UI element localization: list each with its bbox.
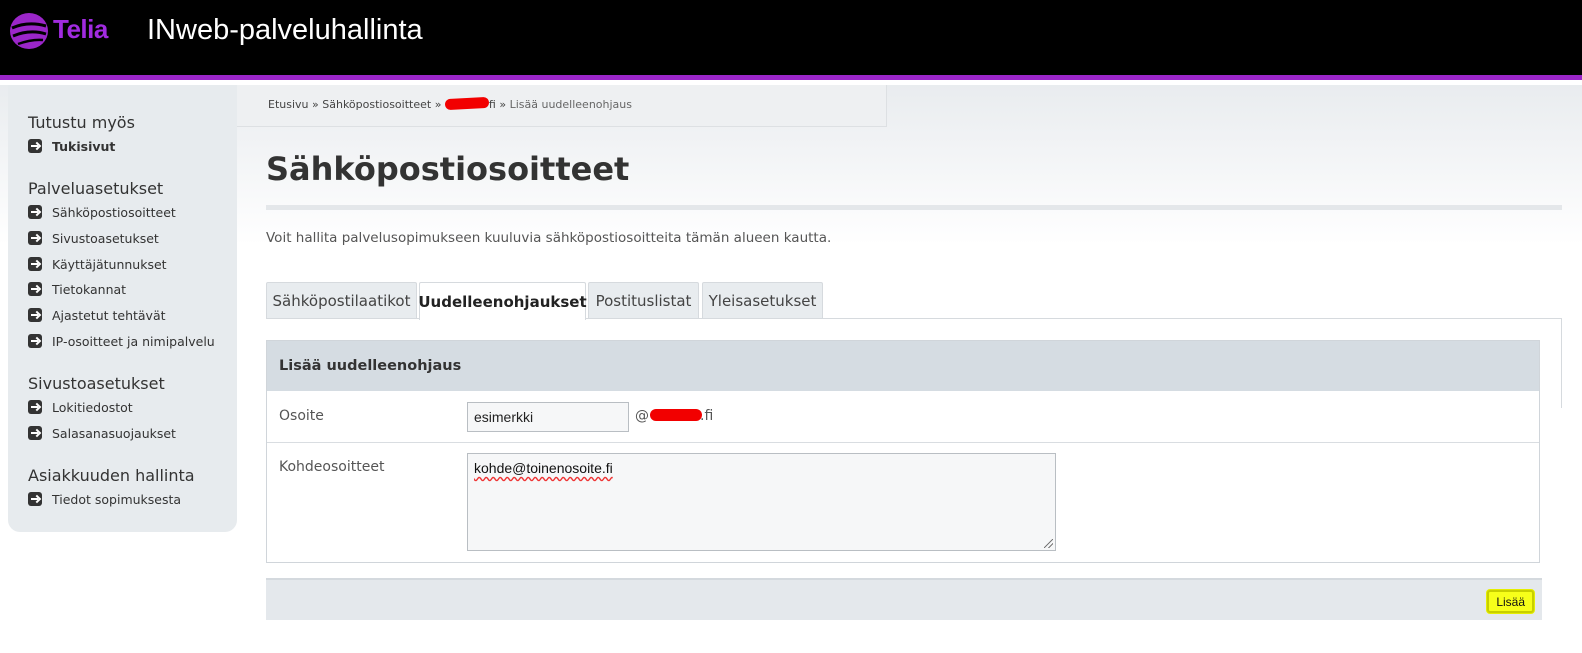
sidebar-item-salasanasuojaukset[interactable]: Salasanasuojaukset xyxy=(28,423,176,443)
sidebar-item-lokitiedostot[interactable]: Lokitiedostot xyxy=(28,397,133,417)
breadcrumb-domain-suffix: fi xyxy=(488,98,496,111)
tab-yleisasetukset[interactable]: Yleisasetukset xyxy=(702,282,823,319)
arrow-right-icon xyxy=(28,400,42,414)
targets-textarea[interactable]: kohde@toinenosoite.fi xyxy=(467,453,1056,551)
sidebar-item-label: IP-osoitteet ja nimipalvelu xyxy=(52,333,215,349)
sidebar-item-ip-osoitteet[interactable]: IP-osoitteet ja nimipalvelu xyxy=(28,331,215,351)
domain-label: .fi xyxy=(650,408,713,424)
app-header: Telia INweb-palveluhallinta xyxy=(0,0,1582,80)
sidebar-item-label: Käyttäjätunnukset xyxy=(52,256,167,272)
tab-postituslistat[interactable]: Postituslistat xyxy=(588,282,699,319)
tab-uudelleenohjaukset[interactable]: Uudelleenohjaukset xyxy=(418,282,587,320)
address-input[interactable] xyxy=(467,402,629,432)
redaction-mark xyxy=(444,96,490,111)
title-divider xyxy=(266,205,1562,210)
sidebar-item-label: Tiedot sopimuksesta xyxy=(52,491,182,507)
logo-text: Telia xyxy=(53,14,108,44)
sidebar-heading-sivustoasetukset: Sivustoasetukset xyxy=(28,374,165,393)
page-title: Sähköpostiosoitteet xyxy=(266,150,630,188)
arrow-right-icon xyxy=(28,282,42,296)
sidebar-heading-tutustu: Tutustu myös xyxy=(28,113,135,132)
arrow-right-icon xyxy=(28,492,42,506)
arrow-right-icon xyxy=(28,139,42,153)
sidebar-item-label: Tietokannat xyxy=(52,281,127,297)
sidebar-item-label: Salasanasuojaukset xyxy=(52,425,176,441)
sidebar-item-label: Sivustoasetukset xyxy=(52,230,159,246)
at-sign: @ xyxy=(635,408,649,424)
sidebar-item-tukisivut[interactable]: Tukisivut xyxy=(28,136,115,156)
redaction-mark xyxy=(650,409,702,421)
breadcrumb: Etusivu » Sähköpostiosoitteet » fi » Lis… xyxy=(237,85,887,127)
targets-label: Kohdeosoitteet xyxy=(279,459,385,475)
tab-border-right xyxy=(1561,318,1562,408)
breadcrumb-home[interactable]: Etusivu xyxy=(268,98,309,111)
arrow-right-icon xyxy=(28,308,42,322)
breadcrumb-separator: » xyxy=(312,98,319,111)
app-title: INweb-palveluhallinta xyxy=(147,14,423,46)
domain-suffix: .fi xyxy=(700,408,714,424)
page-intro: Voit hallita palvelusopimukseen kuuluvia… xyxy=(266,230,832,246)
sidebar: Tutustu myös Tukisivut Palveluasetukset … xyxy=(8,85,237,532)
arrow-right-icon xyxy=(28,334,42,348)
row-divider xyxy=(267,442,1539,443)
arrow-right-icon xyxy=(28,257,42,271)
sidebar-item-kayttajatunnukset[interactable]: Käyttäjätunnukset xyxy=(28,254,167,274)
breadcrumb-current: Lisää uudelleenohjaus xyxy=(509,98,633,111)
sidebar-item-sivustoasetukset[interactable]: Sivustoasetukset xyxy=(28,228,159,248)
redirect-form-panel: Lisää uudelleenohjaus Osoite @ .fi Kohde… xyxy=(266,340,1540,563)
breadcrumb-separator: » xyxy=(499,98,507,111)
sidebar-heading-asiakkuuden-hallinta: Asiakkuuden hallinta xyxy=(28,466,195,485)
sidebar-item-label: Lokitiedostot xyxy=(52,399,133,415)
sidebar-item-ajastetut-tehtavat[interactable]: Ajastetut tehtävät xyxy=(28,305,166,325)
resize-handle-icon[interactable] xyxy=(1044,539,1053,548)
breadcrumb-separator: » xyxy=(434,98,442,111)
arrow-right-icon xyxy=(28,205,42,219)
add-button[interactable]: Lisää xyxy=(1487,590,1534,613)
sidebar-item-label: Ajastetut tehtävät xyxy=(52,307,166,323)
sidebar-item-tietokannat[interactable]: Tietokannat xyxy=(28,279,126,299)
tab-sahkopostilaatikot[interactable]: Sähköpostilaatikot xyxy=(266,282,417,319)
address-label: Osoite xyxy=(279,408,324,424)
breadcrumb-domain[interactable]: fi xyxy=(444,96,496,111)
arrow-right-icon xyxy=(28,231,42,245)
form-actions: Lisää xyxy=(266,578,1542,620)
sidebar-item-sahkopostiosoitteet[interactable]: Sähköpostiosoitteet xyxy=(28,202,176,222)
breadcrumb-section[interactable]: Sähköpostiosoitteet xyxy=(322,98,431,111)
sidebar-item-tiedot-sopimuksesta[interactable]: Tiedot sopimuksesta xyxy=(28,489,181,509)
sidebar-item-label: Tukisivut xyxy=(52,138,116,154)
form-heading: Lisää uudelleenohjaus xyxy=(267,341,1539,391)
arrow-right-icon xyxy=(28,426,42,440)
sidebar-item-label: Sähköpostiosoitteet xyxy=(52,204,176,220)
sidebar-heading-palveluasetukset: Palveluasetukset xyxy=(28,179,164,198)
targets-value: kohde@toinenosoite.fi xyxy=(474,460,613,476)
